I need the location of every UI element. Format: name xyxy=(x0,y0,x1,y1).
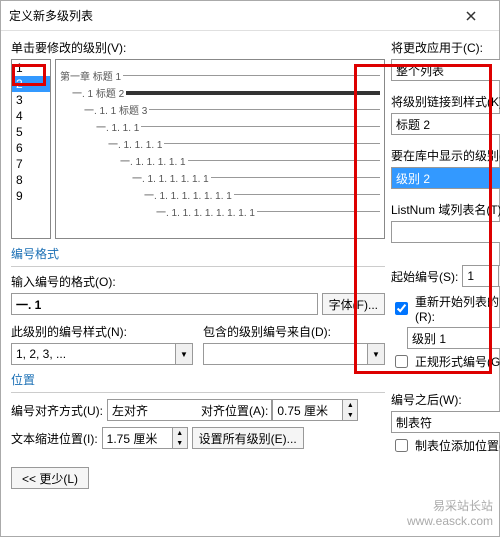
gallery-label: 要在库中显示的级别(H): xyxy=(391,147,500,164)
pos-section: 位置 xyxy=(11,371,385,388)
numstyle-combo[interactable]: ▼ xyxy=(11,343,193,365)
preview-line xyxy=(234,194,380,195)
link-value[interactable] xyxy=(391,113,500,135)
level-item[interactable]: 6 xyxy=(12,140,50,156)
legal-checkbox[interactable] xyxy=(395,355,408,368)
preview-label: 一. 1. 1. 1. 1. 1. 1. 1 xyxy=(144,187,232,202)
preview-pane: 第一章 标题 1 一. 1 标题 2 一. 1. 1 标题 3 一. 1. 1. 1 一… xyxy=(55,59,385,239)
legal-label: 正规形式编号(G) xyxy=(415,353,500,370)
preview-line xyxy=(211,177,380,178)
level-item[interactable]: 5 xyxy=(12,124,50,140)
preview-line xyxy=(188,160,380,161)
tabstop-label: 制表位添加位置(B): xyxy=(415,437,500,454)
level-item[interactable]: 9 xyxy=(12,188,50,204)
restart-checkbox[interactable] xyxy=(395,302,408,315)
preview-label: 一. 1. 1 标题 3 xyxy=(84,102,147,117)
level-item[interactable]: 8 xyxy=(12,172,50,188)
level-item[interactable]: 2 xyxy=(12,76,50,92)
close-button[interactable] xyxy=(451,2,491,30)
numfmt-input[interactable] xyxy=(11,293,318,315)
indent-spinner[interactable]: ▲▼ xyxy=(102,427,188,449)
preview-line xyxy=(126,91,380,95)
follow-label: 编号之后(W): xyxy=(391,391,500,408)
preview-label: 一. 1. 1. 1 xyxy=(96,119,139,134)
preview-line xyxy=(141,126,380,127)
link-label: 将级别链接到样式(K): xyxy=(391,93,500,110)
numstyle-label: 此级别的编号样式(N): xyxy=(11,323,193,340)
tabstop-checkbox[interactable] xyxy=(395,439,408,452)
include-value[interactable] xyxy=(203,343,367,365)
level-item[interactable]: 1 xyxy=(12,60,50,76)
apply-combo[interactable]: ▼ xyxy=(391,59,500,81)
less-button[interactable]: << 更少(L) xyxy=(11,467,89,489)
start-label: 起始编号(S): xyxy=(391,268,458,285)
follow-combo[interactable]: ▼ xyxy=(391,411,500,433)
align-at-spinner[interactable]: ▲▼ xyxy=(272,399,358,421)
numfmt-section: 编号格式 xyxy=(11,245,385,262)
preview-label: 第一章 标题 1 xyxy=(60,68,121,83)
numfmt-label: 输入编号的格式(O): xyxy=(11,273,385,290)
include-label: 包含的级别编号来自(D): xyxy=(203,323,385,340)
apply-label: 将更改应用于(C): xyxy=(391,39,500,56)
close-icon xyxy=(466,11,476,21)
align-label: 编号对齐方式(U): xyxy=(11,402,103,419)
preview-label: 一. 1 标题 2 xyxy=(72,85,124,100)
link-combo[interactable]: ▼ xyxy=(391,113,500,135)
indent-label: 文本缩进位置(I): xyxy=(11,430,98,447)
gallery-combo[interactable]: ▼ xyxy=(391,167,500,189)
modify-level-label: 单击要修改的级别(V): xyxy=(11,39,385,56)
start-value[interactable] xyxy=(462,265,498,287)
spin-up-icon[interactable]: ▲ xyxy=(343,400,357,410)
include-combo[interactable]: ▼ xyxy=(203,343,385,365)
preview-line xyxy=(257,211,380,212)
listnum-label: ListNum 域列表名(T): xyxy=(391,201,500,218)
listnum-input[interactable] xyxy=(391,221,500,243)
level-item[interactable]: 3 xyxy=(12,92,50,108)
preview-label: 一. 1. 1. 1. 1 xyxy=(108,136,162,151)
indent-value[interactable] xyxy=(102,427,172,449)
gallery-value[interactable] xyxy=(391,167,500,189)
level-item[interactable]: 7 xyxy=(12,156,50,172)
align-at-label: 对齐位置(A): xyxy=(201,402,268,419)
numstyle-value[interactable] xyxy=(11,343,175,365)
preview-label: 一. 1. 1. 1. 1. 1. 1 xyxy=(132,170,209,185)
dialog-title: 定义新多级列表 xyxy=(9,7,451,24)
align-at-value[interactable] xyxy=(272,399,342,421)
start-spinner[interactable]: ▲▼ xyxy=(462,265,500,287)
preview-label: 一. 1. 1. 1. 1. 1 xyxy=(120,153,186,168)
restart-value[interactable] xyxy=(407,327,500,349)
restart-combo[interactable]: ▼ xyxy=(407,327,500,349)
font-button[interactable]: 字体(F)... xyxy=(322,293,385,315)
watermark: 易采站长站 www.easck.com xyxy=(407,499,493,530)
preview-line xyxy=(164,143,380,144)
chevron-down-icon[interactable]: ▼ xyxy=(175,343,193,365)
preview-label: 一. 1. 1. 1. 1. 1. 1. 1. 1 xyxy=(156,204,255,219)
preview-line xyxy=(149,109,380,110)
preview-line xyxy=(123,75,380,76)
align-combo[interactable]: ▼ xyxy=(107,399,197,421)
level-listbox[interactable]: 123456789 xyxy=(11,59,51,239)
spin-down-icon[interactable]: ▼ xyxy=(173,438,187,448)
spin-down-icon[interactable]: ▼ xyxy=(343,410,357,420)
setall-button[interactable]: 设置所有级别(E)... xyxy=(192,427,304,449)
restart-label: 重新开始列表的间隔(R): xyxy=(415,293,500,324)
level-item[interactable]: 4 xyxy=(12,108,50,124)
spin-up-icon[interactable]: ▲ xyxy=(173,428,187,438)
apply-value[interactable] xyxy=(391,59,500,81)
follow-value[interactable] xyxy=(391,411,500,433)
chevron-down-icon[interactable]: ▼ xyxy=(367,343,385,365)
